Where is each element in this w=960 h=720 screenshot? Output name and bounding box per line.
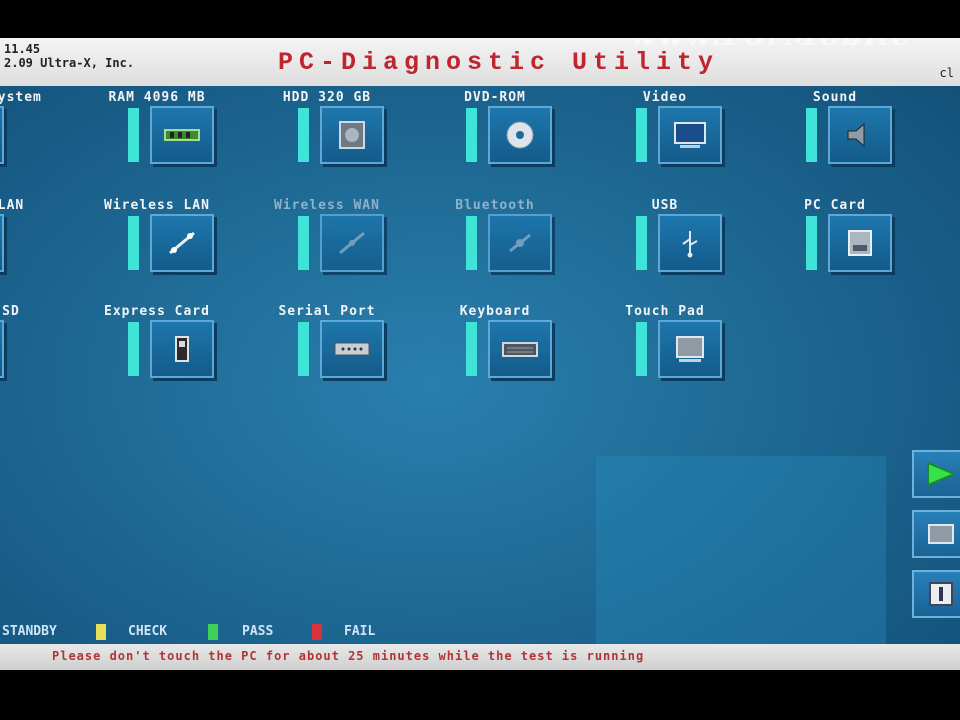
status-legend: STANDBY CHECK PASS FAIL [0, 624, 960, 640]
ram-icon [164, 129, 200, 141]
device-label: Wireless WAN [274, 198, 380, 213]
disc-icon [506, 121, 534, 149]
watermark: www.ForMobile [630, 38, 912, 53]
legend-pass-swatch [208, 624, 218, 640]
status-line: Please don't touch the PC for about 25 m… [0, 644, 960, 670]
device-lan[interactable]: LAN [0, 198, 68, 288]
status-indicator [636, 322, 647, 376]
express-card-icon [175, 336, 189, 362]
legend-check: CHECK [128, 624, 168, 639]
version-number: 11.45 [4, 42, 41, 56]
status-message: Please don't touch the PC for about 25 m… [52, 649, 645, 663]
status-indicator [128, 322, 139, 376]
diagnostic-screen: 11.45 2.09 Ultra-X, Inc. PC-Diagnostic U… [0, 38, 960, 670]
touchpad-icon [676, 336, 704, 362]
device-tile[interactable] [320, 320, 384, 378]
device-tile[interactable] [320, 214, 384, 272]
speaker-icon [847, 122, 865, 148]
status-indicator [636, 216, 647, 270]
wireless-icon [169, 231, 195, 255]
stop-icon [928, 524, 954, 544]
legend-fail-swatch [312, 624, 322, 640]
device-tile[interactable] [658, 106, 722, 164]
device-label: Touch Pad [625, 304, 705, 319]
monitor-icon [674, 122, 706, 148]
device-tile[interactable] [150, 214, 214, 272]
device-tile[interactable] [488, 106, 552, 164]
version-info: 11.45 2.09 Ultra-X, Inc. [4, 42, 134, 70]
device-system[interactable]: /System [0, 90, 68, 180]
status-indicator [128, 216, 139, 270]
status-indicator [466, 216, 477, 270]
status-indicator [806, 216, 817, 270]
pc-card-icon [848, 230, 872, 256]
device-tile[interactable] [320, 106, 384, 164]
device-sound[interactable]: Sound [806, 90, 956, 180]
start-test-button[interactable] [912, 450, 960, 498]
device-label: Bluetooth [455, 198, 535, 213]
device-sd[interactable]: SD [0, 304, 68, 394]
device-label: PC Card [804, 198, 866, 213]
info-button[interactable] [912, 570, 960, 618]
device-tile[interactable] [0, 320, 4, 378]
device-tile[interactable] [0, 106, 4, 164]
device-tile[interactable] [658, 214, 722, 272]
hdd-icon [339, 121, 365, 149]
status-indicator [128, 108, 139, 162]
play-icon [927, 461, 956, 487]
serial-port-icon [334, 342, 370, 356]
device-label: LAN [0, 198, 25, 213]
device-tile[interactable] [828, 106, 892, 164]
device-tile[interactable] [488, 214, 552, 272]
copyright: 2.09 Ultra-X, Inc. [4, 56, 135, 70]
bluetooth-icon [509, 233, 531, 253]
device-label: SD [2, 304, 20, 319]
usb-icon [682, 231, 698, 258]
legend-pass: PASS [242, 624, 274, 639]
device-label: Keyboard [459, 304, 531, 319]
device-label: Wireless LAN [104, 198, 210, 213]
device-touch-pad[interactable]: Touch Pad [625, 304, 786, 394]
device-label: HDD 320 GB [282, 90, 372, 105]
device-tile[interactable] [150, 320, 214, 378]
status-indicator [636, 108, 647, 162]
device-tile[interactable] [828, 214, 892, 272]
keyboard-icon [502, 342, 538, 357]
info-panel [596, 456, 886, 644]
device-label: /System [0, 90, 42, 105]
status-indicator [466, 322, 477, 376]
status-indicator [298, 108, 309, 162]
device-label: Video [642, 90, 688, 105]
device-label: USB [651, 198, 679, 213]
clock: cl [939, 66, 954, 80]
legend-standby: STANDBY [2, 624, 57, 639]
status-indicator [466, 108, 477, 162]
device-tile[interactable] [150, 106, 214, 164]
status-indicator [806, 108, 817, 162]
device-label: Serial Port [278, 304, 376, 319]
device-label: Sound [812, 90, 858, 105]
legend-fail: FAIL [344, 624, 376, 639]
device-tile[interactable] [488, 320, 552, 378]
device-tile[interactable] [0, 214, 4, 272]
stop-test-button[interactable] [912, 510, 960, 558]
legend-check-swatch [96, 624, 106, 640]
device-tile[interactable] [658, 320, 722, 378]
status-indicator [298, 216, 309, 270]
device-pc-card[interactable]: PC Card [804, 198, 956, 288]
device-label: RAM 4096 MB [108, 90, 206, 105]
wireless-wan-icon [339, 231, 365, 255]
status-indicator [298, 322, 309, 376]
device-label: DVD-ROM [464, 90, 526, 105]
info-icon [929, 582, 953, 606]
device-label: Express Card [104, 304, 210, 319]
